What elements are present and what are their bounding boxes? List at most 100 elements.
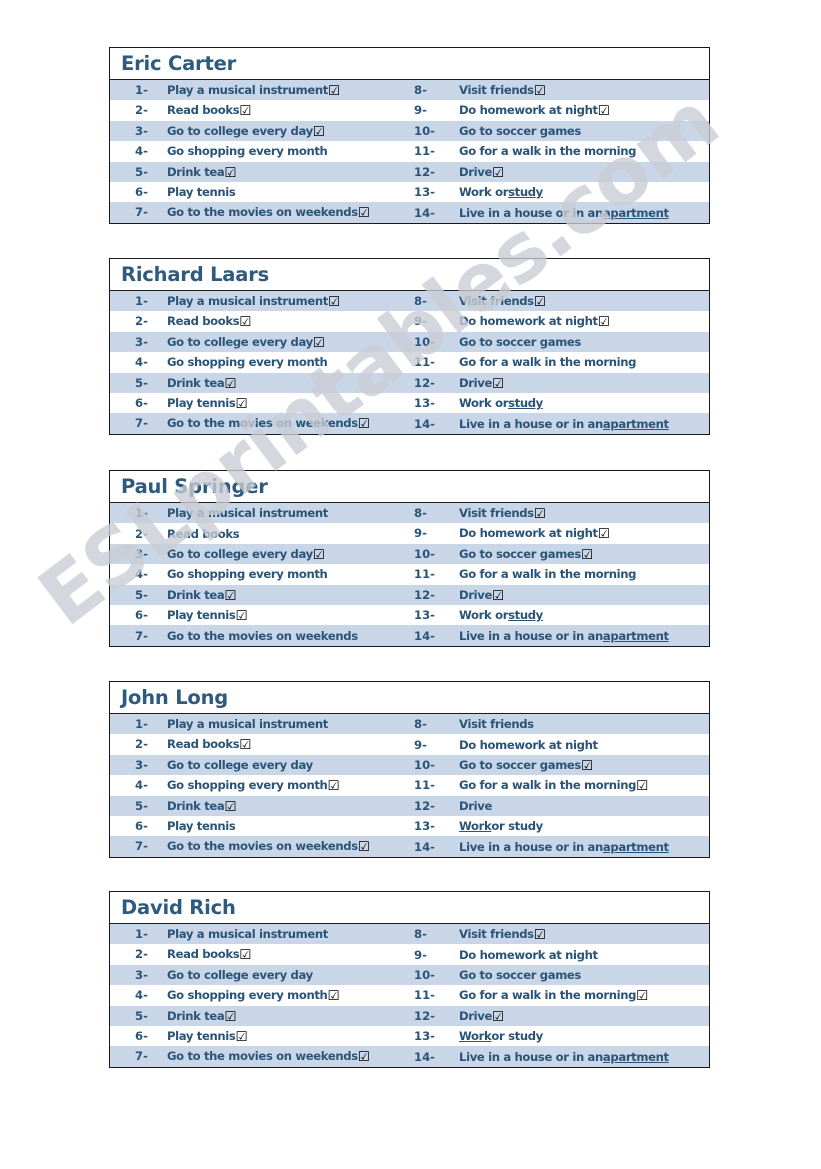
checkbox-icon[interactable]: ☑ [636,990,648,1003]
task-cell-left: 6- Play tennis ☑ [110,1029,411,1044]
table-row: 6- Play tennis ☑ 13- Work or study [110,604,709,626]
checkbox-icon[interactable]: ☑ [328,84,340,97]
checkbox-icon[interactable]: ☑ [328,295,340,308]
task-text: Drive ☑ [459,587,504,603]
task-text: Go to the movies on weekends ☑ [167,205,370,220]
task-cell-left: 3- Go to college every day [110,968,411,982]
checkbox-icon[interactable]: ☑ [224,377,236,390]
task-cell-left: 7- Go to the movies on weekends ☑ [110,1049,411,1064]
underlined-word: study [508,396,543,411]
checkbox-icon[interactable]: ☑ [534,84,546,97]
checkbox-icon[interactable]: ☑ [313,548,325,561]
checkbox-icon[interactable]: ☑ [239,949,251,962]
task-cell-right: 14- Live in a house or in an apartment [411,206,709,220]
task-number: 7- [135,1049,148,1064]
task-number: 4- [135,988,148,1003]
task-text: Go shopping every month [167,355,328,370]
task-number: 1- [135,82,148,97]
task-cell-right: 8- Visit friends ☑ [411,927,709,942]
task-text: Go for a walk in the morning [459,144,637,159]
task-cell-left: 4- Go shopping every month [110,144,411,158]
checkbox-icon[interactable]: ☑ [358,207,370,220]
checkbox-icon[interactable]: ☑ [358,841,370,854]
task-text: Go to soccer games [459,123,581,138]
task-cell-left: 6- Play tennis [110,185,411,199]
checkbox-icon[interactable]: ☑ [327,780,339,793]
underlined-word: apartment [602,416,669,431]
task-text: Go shopping every month [167,144,328,159]
checkbox-icon[interactable]: ☑ [492,1010,504,1023]
task-number: 11- [414,988,435,1003]
checkbox-icon[interactable]: ☑ [598,105,610,118]
checkbox-icon[interactable]: ☑ [239,739,251,752]
underlined-word: Work [459,1029,492,1044]
task-cell-right: 8- Visit friends ☑ [411,506,709,521]
checkbox-icon[interactable]: ☑ [492,377,504,390]
checkbox-icon[interactable]: ☑ [224,1010,236,1023]
checkbox-icon[interactable]: ☑ [534,928,546,941]
checkbox-icon[interactable]: ☑ [224,166,236,179]
task-cell-right: 8- Visit friends [411,717,709,731]
checkbox-icon[interactable]: ☑ [235,609,247,622]
checkbox-icon[interactable]: ☑ [598,528,610,541]
task-cell-left: 5- Drink tea ☑ [110,165,411,180]
task-cell-left: 1- Play a musical instrument ☑ [110,294,411,309]
table-row: 2- Read books 9- Do homework at night ☑ [110,523,709,544]
task-number: 5- [135,798,148,813]
checkbox-icon[interactable]: ☑ [239,316,251,329]
task-text: Visit friends ☑ [459,293,546,309]
checkbox-icon[interactable]: ☑ [636,780,648,793]
task-text: Play a musical instrument [167,506,328,521]
task-cell-right: 11- Go for a walk in the morning [411,567,709,581]
checkbox-icon[interactable]: ☑ [224,800,236,813]
checkbox-icon[interactable]: ☑ [358,1051,370,1064]
task-cell-left: 3- Go to college every day ☑ [110,547,411,562]
task-text: Play a musical instrument ☑ [167,293,340,309]
task-cell-right: 9- Do homework at night ☑ [411,526,709,541]
task-text: Do homework at night [459,947,598,962]
task-number: 8- [414,717,427,732]
task-number: 5- [135,1008,148,1023]
checkbox-icon[interactable]: ☑ [598,316,610,329]
task-cell-right: 14- Live in a house or in an apartment [411,1050,709,1064]
table-row: 2- Read books ☑ 9- Do homework at night [110,944,709,965]
checkbox-icon[interactable]: ☑ [235,397,247,410]
task-number: 1- [135,506,148,521]
underlined-word: apartment [602,628,669,643]
checkbox-icon[interactable]: ☑ [358,418,370,431]
person-table: Paul Springer 1- Play a musical instrument… [109,470,710,647]
table-row: 1- Play a musical instrument 8- Visit frien… [110,714,709,735]
task-cell-left: 1- Play a musical instrument [110,506,411,520]
task-text: Go for a walk in the morning [459,355,637,370]
task-number: 12- [414,164,435,179]
task-cell-left: 2- Read books ☑ [110,947,411,962]
task-number: 11- [414,778,435,793]
task-number: 3- [135,757,148,772]
checkbox-icon[interactable]: ☑ [581,548,593,561]
task-number: 1- [135,927,148,942]
task-number: 4- [135,144,148,159]
task-text: Drink tea ☑ [167,587,237,603]
task-text: Go to college every day [167,967,313,982]
task-number: 8- [414,82,427,97]
task-cell-right: 9- Do homework at night [411,738,709,752]
table-row: 7- Go to the movies on weekends 14- Live in… [110,625,709,646]
table-row: 4- Go shopping every month ☑ 11- Go for a wa… [110,775,709,796]
checkbox-icon[interactable]: ☑ [239,105,251,118]
table-row: 3- Go to college every day ☑ 10- Go to socce… [110,543,709,565]
task-text: Do homework at night ☑ [459,526,610,541]
task-text: Drive ☑ [459,164,504,180]
checkbox-icon[interactable]: ☑ [534,295,546,308]
task-cell-left: 1- Play a musical instrument [110,927,411,941]
checkbox-icon[interactable]: ☑ [534,507,546,520]
checkbox-icon[interactable]: ☑ [313,336,325,349]
checkbox-icon[interactable]: ☑ [224,589,236,602]
task-text: Work or study [459,1029,543,1044]
checkbox-icon[interactable]: ☑ [313,125,325,138]
checkbox-icon[interactable]: ☑ [581,759,593,772]
checkbox-icon[interactable]: ☑ [235,1030,247,1043]
checkbox-icon[interactable]: ☑ [492,589,504,602]
checkbox-icon[interactable]: ☑ [327,990,339,1003]
task-cell-left: 4- Go shopping every month ☑ [110,778,411,793]
checkbox-icon[interactable]: ☑ [492,166,504,179]
